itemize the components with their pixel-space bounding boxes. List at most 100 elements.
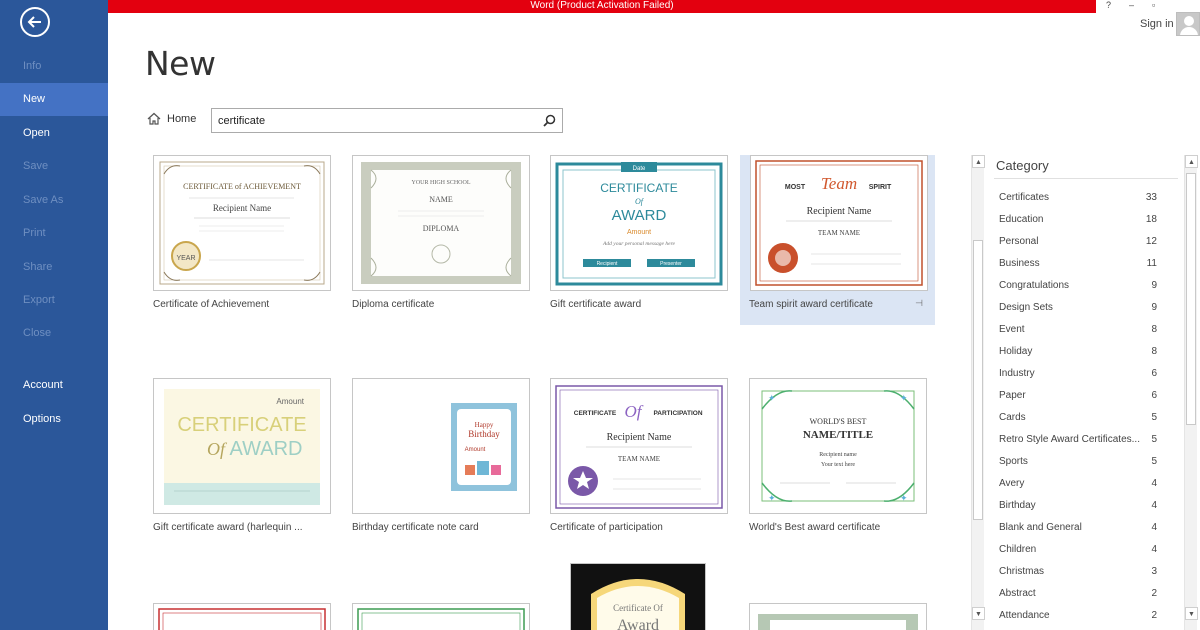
nav-save[interactable]: Save <box>0 150 108 183</box>
templates-scrollbar[interactable]: ▲ ▼ <box>971 155 985 630</box>
nav-options[interactable]: Options <box>0 403 108 436</box>
category-item-name: Design Sets <box>999 302 1053 313</box>
template-thumbnail: Amount CERTIFICATE Of AWARD <box>153 378 331 514</box>
preview-text: PARTICIPATION <box>653 410 702 417</box>
pin-icon[interactable]: ⊣ <box>915 298 923 309</box>
nav-info[interactable]: Info <box>0 50 108 83</box>
category-item[interactable]: Personal 12 <box>988 231 1160 253</box>
template-thumbnail <box>749 603 927 630</box>
category-item-name: Paper <box>999 390 1026 401</box>
category-item[interactable]: Congratulations 9 <box>988 275 1160 297</box>
template-label: Diploma certificate <box>352 299 435 310</box>
category-item[interactable]: Design Sets 9 <box>988 297 1160 319</box>
preview-text: Date <box>633 166 646 172</box>
category-item[interactable]: Event 8 <box>988 319 1160 341</box>
category-item[interactable]: Paper 6 <box>988 385 1160 407</box>
template-tile[interactable]: Happy Birthday Amount Birthday certifica… <box>352 378 548 543</box>
category-item-count: 9 <box>1151 302 1157 313</box>
back-button[interactable] <box>20 7 50 37</box>
category-item-count: 18 <box>1145 214 1157 225</box>
nav-open[interactable]: Open <box>0 117 108 150</box>
template-tile-selected[interactable]: MOST Team SPIRIT Recipient Name TEAM NAM… <box>740 155 935 325</box>
category-item[interactable]: Cards 5 <box>988 407 1160 429</box>
category-item-name: Business <box>999 258 1040 269</box>
scroll-up-arrow-icon[interactable]: ▲ <box>1185 155 1198 168</box>
category-item[interactable]: Industry 6 <box>988 363 1160 385</box>
search-icon[interactable] <box>543 114 556 127</box>
scroll-up-arrow-icon[interactable]: ▲ <box>972 155 985 168</box>
template-tile[interactable]: Amount CERTIFICATE Of AWARD Gift certifi… <box>153 378 349 543</box>
scroll-down-arrow-icon[interactable]: ▼ <box>1185 607 1198 620</box>
category-item-name: Personal <box>999 236 1039 247</box>
preview-text: Recipient Name <box>807 206 872 217</box>
category-item[interactable]: Business 11 <box>988 253 1160 275</box>
category-item-count: 6 <box>1151 390 1157 401</box>
category-item[interactable]: Attendance 2 <box>988 605 1160 627</box>
template-tile[interactable]: ✦ ✦ ✦ ✦ WORLD'S BEST NAME/TITLE Recipien… <box>749 378 945 543</box>
nav-close[interactable]: Close <box>0 317 108 350</box>
template-tile[interactable] <box>352 603 548 630</box>
template-tile[interactable]: YOUR HIGH SCHOOL NAME DIPLOMA Diploma ce… <box>352 155 548 320</box>
template-tile[interactable]: Date CERTIFICATE Of AWARD Amount Add you… <box>550 155 746 320</box>
preview-text: YOUR HIGH SCHOOL <box>411 180 470 186</box>
minimize-button[interactable]: – <box>1129 0 1134 12</box>
category-item[interactable]: Birthday 4 <box>988 495 1160 517</box>
category-item-count: 4 <box>1151 544 1157 555</box>
template-tile[interactable]: Certificate Of Award <box>570 563 766 630</box>
category-item[interactable]: Sports 5 <box>988 451 1160 473</box>
category-divider <box>994 178 1178 179</box>
green-border-preview <box>357 608 525 630</box>
preview-text: Recipient name <box>819 452 857 458</box>
category-item[interactable]: Children 4 <box>988 539 1160 561</box>
star-icon: ✦ <box>768 493 776 503</box>
harlequin-award-preview: Amount CERTIFICATE Of AWARD <box>164 389 320 505</box>
category-item-count: 33 <box>1145 192 1157 203</box>
scroll-down-arrow-icon[interactable]: ▼ <box>972 607 985 620</box>
category-item[interactable]: Retro Style Award Certificates... 5 <box>988 429 1160 451</box>
template-tile[interactable]: CERTIFICATE Of PARTICIPATION Recipient N… <box>550 378 746 543</box>
nav-print[interactable]: Print <box>0 217 108 250</box>
category-scroll-thumb[interactable] <box>1186 173 1196 425</box>
preview-text: DIPLOMA <box>423 224 460 233</box>
template-tile[interactable] <box>153 603 349 630</box>
nav-save-as[interactable]: Save As <box>0 184 108 217</box>
avatar[interactable] <box>1176 12 1200 36</box>
category-item[interactable]: Holiday 8 <box>988 341 1160 363</box>
home-breadcrumb[interactable]: Home <box>147 112 196 125</box>
template-tile[interactable] <box>749 603 945 630</box>
nav-account[interactable]: Account <box>0 369 108 402</box>
category-item-name: Christmas <box>999 566 1045 577</box>
team-spirit-preview: MOST Team SPIRIT Recipient Name TEAM NAM… <box>755 160 923 286</box>
category-scrollbar[interactable]: ▲ ▼ <box>1184 155 1198 630</box>
sign-in-link[interactable]: Sign in <box>1140 18 1174 30</box>
help-button[interactable]: ? <box>1106 0 1111 12</box>
category-item[interactable]: Blank and General 4 <box>988 517 1160 539</box>
nav-new[interactable]: New <box>0 83 108 116</box>
restore-button[interactable]: ▫ <box>1152 0 1155 12</box>
templates-scroll-thumb[interactable] <box>973 240 983 520</box>
template-search[interactable] <box>211 108 563 133</box>
category-item[interactable]: Avery 4 <box>988 473 1160 495</box>
star-icon: ✦ <box>900 493 908 503</box>
template-tile[interactable]: CERTIFICATE of ACHIEVEMENT Recipient Nam… <box>153 155 349 320</box>
category-item[interactable]: Certificates 33 <box>988 187 1160 209</box>
template-label: Certificate of Achievement <box>153 299 270 310</box>
category-item[interactable]: Christmas 3 <box>988 561 1160 583</box>
category-item-count: 2 <box>1151 588 1157 599</box>
search-input[interactable] <box>218 112 538 129</box>
category-item[interactable]: Abstract 2 <box>988 583 1160 605</box>
preview-text: Of <box>207 439 228 459</box>
star-icon: ✦ <box>900 393 908 403</box>
nav-share[interactable]: Share <box>0 251 108 284</box>
nav-export[interactable]: Export <box>0 284 108 317</box>
category-item-count: 4 <box>1151 500 1157 511</box>
template-thumbnail: Date CERTIFICATE Of AWARD Amount Add you… <box>550 155 728 291</box>
category-item[interactable]: Education 18 <box>988 209 1160 231</box>
preview-text: Of <box>625 402 644 421</box>
preview-text: AWARD <box>612 207 667 224</box>
template-label: World's Best award certificate <box>749 522 881 533</box>
template-thumbnail: MOST Team SPIRIT Recipient Name TEAM NAM… <box>750 155 928 291</box>
category-item-count: 12 <box>1145 236 1157 247</box>
preview-text: NAME/TITLE <box>803 429 873 441</box>
preview-text: Award <box>617 617 659 630</box>
